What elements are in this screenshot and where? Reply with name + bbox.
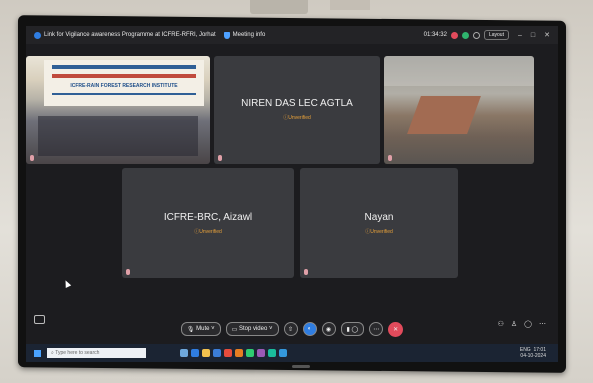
tv-screen: Link for Vigilance awareness Programme a… <box>26 26 558 362</box>
banner-text-line <box>52 65 196 69</box>
shield-icon <box>223 31 230 39</box>
chrome-icon[interactable] <box>224 349 232 357</box>
side-panel-controls: ⚇ ♙ ◯ ⋯ <box>498 320 546 328</box>
banner-text-line <box>52 93 196 95</box>
minimize-icon[interactable]: – <box>518 32 522 39</box>
firefox-icon[interactable] <box>235 349 243 357</box>
reactions-icon[interactable]: ◐ <box>302 322 317 336</box>
mouse-cursor-icon <box>62 279 72 288</box>
meeting-info-button[interactable]: Meeting info <box>223 31 266 39</box>
mic-muted-icon <box>126 269 130 275</box>
webex-taskbar-icon[interactable] <box>279 349 287 357</box>
video-tile-niren[interactable]: NIREN DAS LEC AGTLA ⓘUnverified <box>214 56 380 164</box>
edge-icon[interactable] <box>191 349 199 357</box>
tv-brand-logo <box>292 365 310 368</box>
title-bar-controls: 01:34:32 Layout – □ ✕ <box>424 30 558 40</box>
store-icon[interactable] <box>213 349 221 357</box>
apps-icon[interactable]: ▮ ◯ <box>340 322 365 336</box>
banner-caption: ICFRE-RAIN FOREST RESEARCH INSTITUTE <box>70 83 178 89</box>
excel-icon[interactable] <box>246 349 254 357</box>
banner-text-line <box>52 74 196 78</box>
settings-icon[interactable] <box>472 31 480 39</box>
meeting-controls: 🎙 Mute ˅ ▭ Stop video ˅ ⇧ ◐ ◉ ▮ ◯ ⋯ ✕ <box>26 318 558 340</box>
pinned-apps <box>180 349 287 357</box>
meeting-info-label: Meeting info <box>232 32 266 38</box>
system-clock[interactable]: ENG 17:01 04-10-2024 <box>520 347 558 359</box>
people-icon[interactable]: ♙ <box>511 320 517 328</box>
more-options-icon[interactable]: ⋯ <box>369 322 384 336</box>
participants-icon[interactable]: ⚇ <box>498 320 504 328</box>
video-tile-conference[interactable] <box>384 56 534 164</box>
desktop-chat-icon[interactable] <box>34 315 45 324</box>
taskbar-date: 04-10-2024 <box>520 353 546 359</box>
video-tile-brc[interactable]: ICFRE-BRC, Aizawl ⓘUnverified <box>122 168 294 278</box>
unverified-badge: ⓘUnverified <box>194 229 222 235</box>
app-icon[interactable] <box>268 349 276 357</box>
recording-icon[interactable] <box>450 31 458 39</box>
layout-label: Layout <box>488 32 504 38</box>
participant-name: Nayan <box>364 212 394 223</box>
unverified-badge: ⓘUnverified <box>365 229 393 235</box>
participants-group <box>38 116 198 156</box>
room-window <box>384 56 534 86</box>
meeting-title-bar: Link for Vigilance awareness Programme a… <box>26 26 558 44</box>
taskbar-search-box[interactable]: ⌕ Type here to search <box>47 348 146 358</box>
conference-table <box>407 96 481 134</box>
maximize-icon[interactable]: □ <box>531 32 535 39</box>
institute-banner: ICFRE-RAIN FOREST RESEARCH INSTITUTE <box>44 60 204 106</box>
app-icon[interactable] <box>257 349 265 357</box>
end-call-button[interactable]: ✕ <box>388 321 404 337</box>
mic-icon: 🎙 <box>186 326 197 333</box>
wall-socket <box>250 0 308 14</box>
mic-muted-icon <box>30 155 34 161</box>
video-tile-nayan[interactable]: Nayan ⓘUnverified <box>300 168 458 278</box>
share-icon[interactable]: ⇧ <box>283 322 298 336</box>
mic-muted-icon <box>304 269 308 275</box>
participant-name: NIREN DAS LEC AGTLA <box>241 98 353 109</box>
connection-icon[interactable] <box>461 31 469 39</box>
unverified-badge: ⓘUnverified <box>283 115 311 121</box>
participant-name: ICFRE-BRC, Aizawl <box>163 212 253 223</box>
meeting-title: Link for Vigilance awareness Programme a… <box>44 32 216 38</box>
file-explorer-icon[interactable] <box>202 349 210 357</box>
close-icon[interactable]: ✕ <box>544 31 550 39</box>
camera-icon: ▭ <box>231 326 239 333</box>
windows-start-icon[interactable] <box>34 349 41 357</box>
video-tile-room[interactable]: ICFRE-RAIN FOREST RESEARCH INSTITUTE <box>26 56 210 164</box>
layout-button[interactable]: Layout <box>483 30 509 40</box>
chat-icon[interactable]: ◯ <box>524 320 532 328</box>
mic-muted-icon <box>388 155 392 161</box>
more-icon[interactable]: ⋯ <box>539 320 546 328</box>
mic-muted-icon <box>218 155 222 161</box>
mute-button[interactable]: 🎙 Mute ˅ <box>180 322 221 336</box>
stop-video-button[interactable]: ▭ Stop video ˅ <box>225 322 279 336</box>
wall-fixture <box>330 0 370 10</box>
meeting-timer: 01:34:32 <box>423 32 447 38</box>
record-icon[interactable]: ◉ <box>321 322 336 336</box>
windows-taskbar: ⌕ Type here to search ENG 17:01 04-10-20… <box>26 344 558 362</box>
webex-logo-icon <box>34 31 41 39</box>
task-view-icon[interactable] <box>180 349 188 357</box>
